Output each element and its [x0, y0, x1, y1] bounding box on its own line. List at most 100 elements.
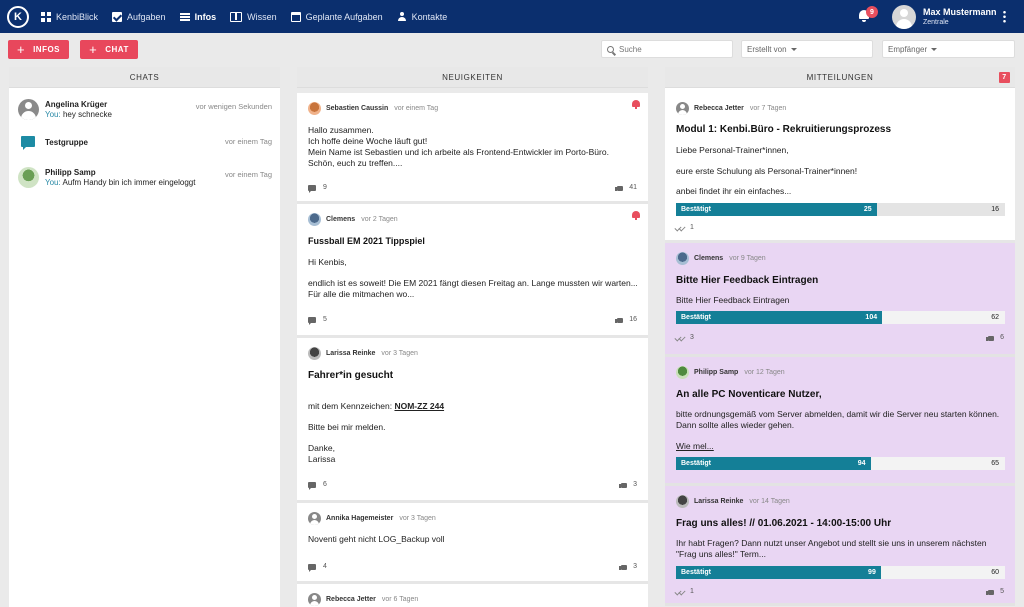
user-name[interactable]: Max Mustermann — [923, 7, 997, 17]
list-icon — [179, 11, 190, 22]
avatar — [676, 252, 689, 265]
add-info-button[interactable]: + INFOS — [8, 40, 69, 59]
nav-aufgaben[interactable]: Aufgaben — [112, 11, 166, 22]
post-text: Bitte bei mir melden. — [308, 422, 386, 432]
post-author: Rebecca Jetter vor 6 Tagen — [308, 593, 418, 606]
post-text: endlich ist es soweit! Die EM 2021 fängt… — [308, 278, 638, 299]
likes-count[interactable]: 41 — [615, 184, 637, 191]
nav-label: Infos — [194, 11, 217, 22]
news-post[interactable]: Sebastien Caussin vor einem Tag Hallo zus… — [297, 93, 648, 204]
pending-count: 16 — [991, 206, 999, 213]
seen-number: 1 — [690, 588, 694, 595]
post-title: Fussball EM 2021 Tippspiel — [308, 236, 425, 246]
author-name: Rebecca Jetter — [694, 105, 744, 112]
avatar — [676, 366, 689, 379]
news-post[interactable]: Larissa Reinke vor 3 Tagen Fahrer*in gesu… — [297, 338, 648, 503]
nav-infos[interactable]: Infos — [179, 11, 217, 22]
author-name: Rebecca Jetter — [326, 596, 376, 603]
search-placeholder: Suche — [619, 44, 642, 54]
comments-count[interactable]: 4 — [308, 563, 327, 572]
confirmed-count: 25 — [863, 206, 872, 213]
thumbs-up-icon — [619, 481, 628, 488]
nav-kenbiblick[interactable]: KenbiBlick — [41, 11, 98, 22]
likes-count[interactable]: 6 — [986, 334, 1004, 341]
announcement[interactable]: Clemens vor 9 Tagen Bitte Hier Feedback E… — [665, 243, 1015, 357]
thumbs-up-icon — [615, 316, 624, 323]
announcement[interactable]: Rebecca Jetter vor 7 Tagen Modul 1: Kenbi… — [665, 93, 1015, 243]
news-post[interactable]: Clemens vor 2 Tagen Fussball EM 2021 Tipp… — [297, 204, 648, 338]
created-by-select[interactable]: Erstellt von — [741, 40, 873, 58]
comment-icon — [308, 481, 316, 490]
likes-count[interactable]: 3 — [619, 481, 637, 488]
plus-icon: + — [16, 42, 26, 57]
post-author: Philipp Samp vor 12 Tagen — [676, 366, 785, 379]
pending-count: 65 — [991, 460, 999, 467]
plus-icon: + — [89, 42, 98, 57]
nav-geplante-aufgaben[interactable]: Geplante Aufgaben — [290, 11, 383, 22]
confirmed-label: Bestätigt — [681, 569, 711, 576]
avatar — [308, 512, 321, 525]
chat-item[interactable]: Angelina Krüger You: hey schnecke vor we… — [9, 91, 280, 125]
select-label: Empfänger — [888, 44, 928, 54]
confirmed-fill: Bestätigt 104 — [676, 311, 883, 324]
thumbs-up-icon — [986, 334, 995, 341]
confirmation-progress: Bestätigt 25 16 — [676, 203, 1005, 216]
nav-label: Aufgaben — [127, 11, 166, 22]
announcement[interactable]: Larissa Reinke vor 14 Tagen Frag uns alle… — [665, 486, 1015, 606]
news-post[interactable]: Annika Hagemeister vor 3 Tagen Noventi ge… — [297, 503, 648, 584]
news-post[interactable]: Rebecca Jetter vor 6 Tagen — [297, 584, 648, 607]
license-plate: NOM-ZZ 244 — [394, 401, 445, 411]
chats-header: CHATS — [9, 67, 280, 88]
post-time: vor 3 Tagen — [399, 515, 436, 522]
comments-count[interactable]: 6 — [308, 481, 327, 490]
likes-count[interactable]: 5 — [986, 588, 1004, 595]
likes-count[interactable]: 16 — [615, 316, 637, 323]
chat-you-prefix: You: — [45, 110, 61, 119]
post-author: Sebastien Caussin vor einem Tag — [308, 102, 438, 115]
nav-wissen[interactable]: Wissen — [230, 11, 277, 22]
comment-count: 6 — [323, 481, 327, 488]
seen-count: 1 — [676, 224, 694, 231]
comments-count[interactable]: 5 — [308, 316, 327, 325]
chat-time: vor wenigen Sekunden — [195, 102, 272, 111]
nav-kontakte[interactable]: Kontakte — [397, 11, 448, 22]
search-input[interactable]: Suche — [601, 40, 733, 58]
pending-count: 62 — [991, 314, 999, 321]
avatar — [308, 593, 321, 606]
announcement[interactable]: Philipp Samp vor 12 Tagen An alle PC Nove… — [665, 357, 1015, 486]
news-panel: NEUIGKEITEN Sebastien Caussin vor einem T… — [297, 67, 648, 607]
read-more-link[interactable]: Wie mel... — [676, 441, 714, 452]
author-name: Philipp Samp — [694, 369, 739, 376]
user-avatar[interactable] — [892, 5, 916, 29]
news-header: NEUIGKEITEN — [297, 67, 648, 88]
kenbi-logo[interactable]: K — [7, 5, 29, 28]
announcement-text: Bitte Hier Feedback Eintragen — [676, 295, 790, 305]
checkbox-icon — [112, 11, 123, 22]
announcement-title: Bitte Hier Feedback Eintragen — [676, 275, 819, 286]
announcement-text: Liebe Personal-Trainer*innen, — [676, 145, 789, 155]
chevron-down-icon — [931, 47, 938, 51]
announcement-title: Modul 1: Kenbi.Büro - Rekruitierungsproz… — [676, 124, 892, 135]
add-chat-button[interactable]: + CHAT — [80, 40, 138, 59]
seen-number: 1 — [690, 224, 694, 231]
post-title: Fahrer*in gesucht — [308, 370, 394, 381]
nav-label: Kontakte — [411, 11, 448, 22]
seen-number: 3 — [690, 334, 694, 341]
more-menu-icon[interactable] — [1003, 10, 1006, 23]
comments-count[interactable]: 9 — [308, 184, 327, 193]
confirmed-fill: Bestätigt 94 — [676, 457, 871, 470]
announcement-text: Ihr habt Fragen? Dann nutzt unser Angebo… — [676, 538, 987, 559]
avatar — [18, 167, 39, 188]
chat-you-prefix: You: — [45, 178, 61, 187]
post-author: Annika Hagemeister vor 3 Tagen — [308, 512, 436, 525]
likes-count[interactable]: 3 — [619, 563, 637, 570]
chat-time: vor einem Tag — [225, 137, 272, 146]
recipient-select[interactable]: Empfänger — [882, 40, 1015, 58]
post-time: vor 3 Tagen — [381, 350, 418, 357]
double-check-icon — [676, 225, 684, 231]
double-check-icon — [676, 335, 684, 341]
confirmed-label: Bestätigt — [681, 314, 711, 321]
chat-item[interactable]: Philipp Samp You: Aufm Handy bin ich imm… — [9, 159, 280, 193]
post-time: vor 9 Tagen — [729, 255, 766, 262]
chat-item[interactable]: Testgruppe vor einem Tag — [9, 125, 280, 159]
